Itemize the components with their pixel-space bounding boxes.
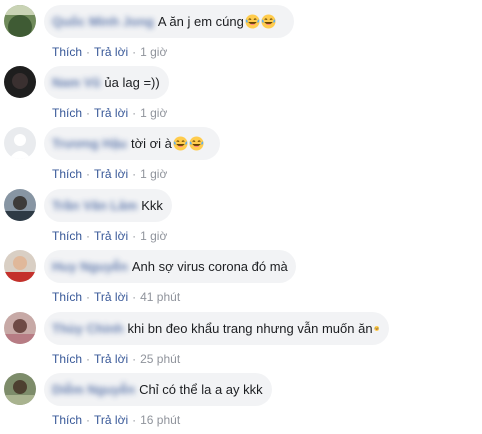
comment-item: Thùy Chinh khi bn đeo khẩu trang nhưng v… <box>0 312 482 373</box>
comment-actions: Thích · Trả lời · 41 phút <box>52 290 181 304</box>
comment-item: Trương Hậu tời ơi à Thích · Trả lời · 1 giờ <box>0 127 482 188</box>
avatar[interactable] <box>4 66 36 98</box>
reply-link[interactable]: Trả lời <box>94 45 128 59</box>
commenter-name[interactable]: Quốc Minh Jong <box>52 14 154 29</box>
commenter-name[interactable]: Diễm Nguyễn <box>52 382 135 397</box>
reply-link[interactable]: Trả lời <box>94 229 128 243</box>
avatar[interactable] <box>4 5 36 37</box>
comment-item: Nam Vũ ủa lag =)) Thích · Trả lời · 1 giờ <box>0 66 482 127</box>
comment-time[interactable]: 25 phút <box>140 352 180 366</box>
comment-time[interactable]: 1 giờ <box>140 229 167 243</box>
comment-item: Quốc Minh Jong A ăn j em cúng Thích · Trả … <box>0 5 482 66</box>
reply-link[interactable]: Trả lời <box>94 352 128 366</box>
comment-actions: Thích · Trả lời · 1 giờ <box>52 106 168 120</box>
like-link[interactable]: Thích <box>52 413 82 427</box>
reply-link[interactable]: Trả lời <box>94 290 128 304</box>
comment-bubble: Trương Hậu tời ơi à <box>44 127 220 160</box>
like-link[interactable]: Thích <box>52 45 82 59</box>
reply-link[interactable]: Trả lời <box>94 106 128 120</box>
like-link[interactable]: Thích <box>52 167 82 181</box>
laughing-crying-emoji-icon <box>261 14 276 29</box>
comment-actions: Thích · Trả lời · 1 giờ <box>52 167 168 181</box>
comment-bubble: Diễm Nguyễn Chỉ có thể la a ay kkk <box>44 373 272 406</box>
comment-actions: Thích · Trả lời · 25 phút <box>52 352 181 366</box>
comment-time[interactable]: 16 phút <box>140 413 180 427</box>
comment-time[interactable]: 1 giờ <box>140 167 167 181</box>
comment-actions: Thích · Trả lời · 1 giờ <box>52 45 168 59</box>
laughing-crying-emoji-icon <box>189 136 204 151</box>
avatar[interactable] <box>4 250 36 282</box>
comment-time[interactable]: 1 giờ <box>140 106 167 120</box>
avatar[interactable] <box>4 373 36 405</box>
comment-text: Anh sợ virus corona đó mà <box>131 259 288 274</box>
like-link[interactable]: Thích <box>52 229 82 243</box>
avatar[interactable] <box>4 312 36 344</box>
comment-item: Diễm Nguyễn Chỉ có thể la a ay kkk Thích… <box>0 373 482 434</box>
reply-link[interactable]: Trả lời <box>94 167 128 181</box>
comment-bubble: Thùy Chinh khi bn đeo khẩu trang nhưng v… <box>44 312 389 345</box>
laughing-crying-emoji-icon <box>245 14 260 29</box>
comment-actions: Thích · Trả lời · 1 giờ <box>52 229 168 243</box>
avatar[interactable] <box>4 189 36 221</box>
commenter-name[interactable]: Trương Hậu <box>52 136 127 151</box>
comment-text: tời ơi à <box>131 136 172 151</box>
comment-bubble: Nam Vũ ủa lag =)) <box>44 66 169 99</box>
comment-text: A ăn j em cúng <box>157 14 244 29</box>
comment-actions: Thích · Trả lời · 16 phút <box>52 413 181 427</box>
like-link[interactable]: Thích <box>52 290 82 304</box>
comment-time[interactable]: 41 phút <box>140 290 180 304</box>
comment-time[interactable]: 1 giờ <box>140 45 167 59</box>
commenter-name[interactable]: Huy Nguyễn <box>52 259 128 274</box>
comment-text: khi bn đeo khẩu trang nhưng vẫn muốn ăn <box>127 321 373 336</box>
laughing-crying-emoji-icon <box>374 321 379 336</box>
commenter-name[interactable]: Nam Vũ <box>52 75 100 90</box>
comment-bubble: Quốc Minh Jong A ăn j em cúng <box>44 5 294 38</box>
comment-bubble: Trần Văn Lâm Kkk <box>44 189 172 222</box>
comment-text: Kkk <box>141 198 163 213</box>
like-link[interactable]: Thích <box>52 106 82 120</box>
avatar[interactable] <box>4 127 36 159</box>
like-link[interactable]: Thích <box>52 352 82 366</box>
comment-item: Trần Văn Lâm Kkk Thích · Trả lời · 1 giờ <box>0 189 482 250</box>
commenter-name[interactable]: Thùy Chinh <box>52 321 124 336</box>
reply-link[interactable]: Trả lời <box>94 413 128 427</box>
comment-text: ủa lag =)) <box>104 75 160 90</box>
laughing-crying-emoji-icon <box>173 136 188 151</box>
comment-item: Huy Nguyễn Anh sợ virus corona đó mà Thí… <box>0 250 482 311</box>
comment-text: Chỉ có thể la a ay kkk <box>139 382 263 397</box>
comment-bubble: Huy Nguyễn Anh sợ virus corona đó mà <box>44 250 296 283</box>
commenter-name[interactable]: Trần Văn Lâm <box>52 198 137 213</box>
